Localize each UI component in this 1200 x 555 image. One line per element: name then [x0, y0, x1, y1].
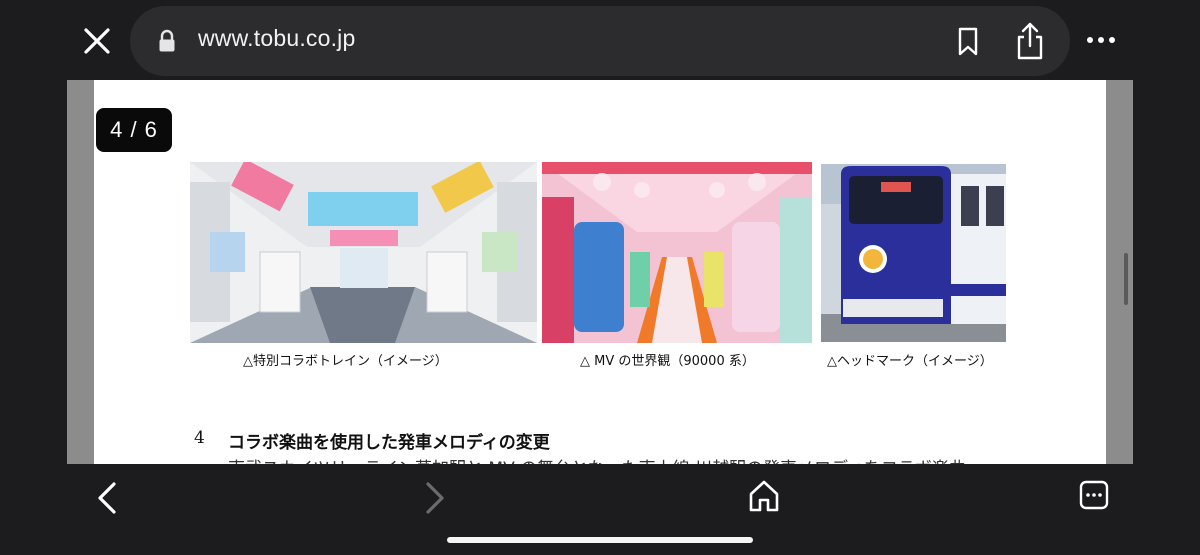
scrollbar-thumb[interactable] — [1124, 253, 1128, 305]
more-icon — [1087, 37, 1115, 43]
home-indicator[interactable] — [447, 537, 753, 543]
home-button[interactable] — [747, 478, 781, 514]
document-page: △特別コラボトレイン（イメージ） △ MV の世界観（90000 系） △ヘッド… — [94, 80, 1106, 464]
browser-top-bar: www.tobu.co.jp — [0, 0, 1200, 80]
pdf-viewer[interactable]: △特別コラボトレイン（イメージ） △ MV の世界観（90000 系） △ヘッド… — [67, 80, 1133, 464]
browser-bottom-bar — [0, 464, 1200, 555]
section-title: コラボ楽曲を使用した発車メロディの変更 — [228, 433, 550, 453]
page-counter: 4 / 6 — [96, 108, 172, 152]
close-button[interactable] — [80, 24, 114, 58]
close-icon — [84, 28, 110, 54]
collab-train-interior-photo — [190, 162, 537, 343]
mv-world-interior-photo — [542, 162, 812, 343]
tabs-button[interactable] — [1078, 479, 1110, 511]
caption-headmark: △ヘッドマーク（イメージ） — [827, 354, 993, 369]
chevron-left-icon — [98, 482, 116, 514]
back-button[interactable] — [93, 480, 121, 516]
bookmark-icon — [958, 27, 978, 56]
lock-icon — [159, 29, 175, 52]
forward-button[interactable] — [421, 480, 449, 516]
headmark-train-photo — [821, 164, 1006, 342]
share-icon — [1017, 22, 1043, 60]
section-body-partial: 東武スカイツリーライン草加駅と MV の舞台となった東上線 川越駅の発車メロディ… — [228, 454, 966, 464]
share-button[interactable] — [1013, 20, 1047, 62]
section-number: 4 — [194, 428, 205, 448]
caption-mv-world: △ MV の世界観（90000 系） — [580, 354, 755, 369]
home-icon — [749, 480, 779, 512]
caption-collab-train: △特別コラボトレイン（イメージ） — [243, 354, 448, 369]
bookmark-button[interactable] — [955, 26, 981, 58]
more-button[interactable] — [1083, 27, 1119, 53]
address-bar[interactable]: www.tobu.co.jp — [130, 6, 1070, 76]
chevron-right-icon — [426, 482, 444, 514]
tabs-icon — [1079, 480, 1109, 510]
url-text: www.tobu.co.jp — [198, 25, 356, 51]
